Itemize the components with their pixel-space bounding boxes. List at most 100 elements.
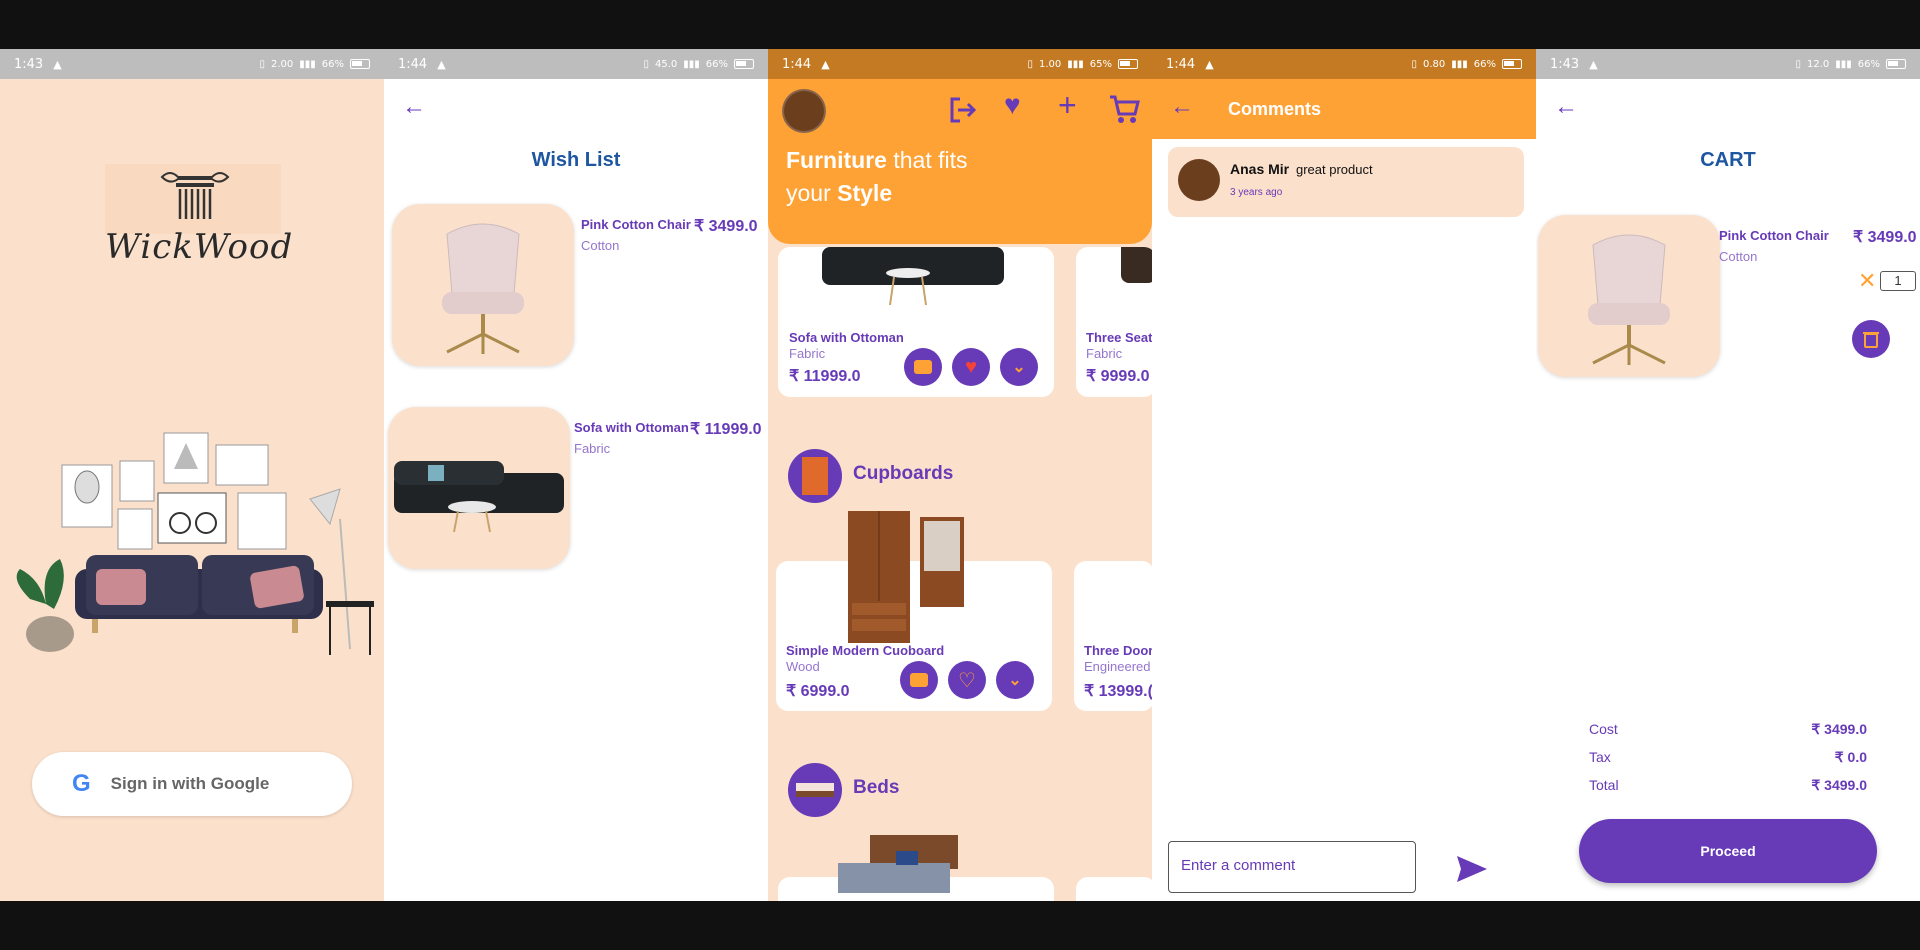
google-logo-icon: G bbox=[72, 770, 91, 797]
product-name: Three Door bbox=[1084, 643, 1152, 658]
brand-wordmark: WickWood bbox=[105, 227, 294, 267]
comment-button[interactable] bbox=[900, 661, 938, 699]
category-label[interactable]: Cupboards bbox=[853, 463, 953, 485]
vibrate-icon: ▯ bbox=[643, 58, 649, 70]
home-headline: Furniture that fits your Style bbox=[786, 144, 968, 210]
product-name: Three Seat bbox=[1086, 330, 1152, 345]
bed-image bbox=[838, 835, 958, 893]
battery-icon bbox=[1118, 59, 1138, 69]
cart-item-name: Pink Cotton Chair bbox=[1719, 228, 1829, 243]
status-bar: 1:44 ▲ ▯ 0.80 ▮▮▮ 66% bbox=[1152, 49, 1536, 79]
comment-card: Anas Mir great product 3 years ago bbox=[1168, 147, 1524, 217]
headline-your: your bbox=[786, 180, 838, 206]
summary-label: Tax bbox=[1589, 749, 1611, 765]
delete-button[interactable] bbox=[1852, 320, 1890, 358]
signal-icon: ▮▮▮ bbox=[1835, 58, 1852, 70]
back-arrow-icon[interactable]: ← bbox=[1554, 95, 1578, 119]
heart-filled-icon: ♥ bbox=[965, 355, 977, 378]
vibrate-icon: ▯ bbox=[1027, 58, 1033, 70]
google-signin-button[interactable]: G Sign in with Google bbox=[32, 752, 352, 816]
battery-level: 66% bbox=[321, 58, 344, 70]
comment-input[interactable]: Enter a comment bbox=[1168, 841, 1416, 893]
summary-cost: Cost ₹ 3499.0 bbox=[1589, 721, 1867, 738]
add-icon[interactable]: + bbox=[1058, 87, 1077, 124]
status-bar: 1:43 ▲ ▯ 12.0 ▮▮▮ 66% bbox=[1536, 49, 1920, 79]
product-image-chair[interactable] bbox=[392, 204, 574, 366]
status-time: 1:43 bbox=[1550, 56, 1580, 72]
cupboard-icon bbox=[802, 457, 828, 495]
category-icon-beds[interactable] bbox=[788, 763, 842, 817]
summary-label: Total bbox=[1589, 777, 1619, 793]
warning-icon: ▲ bbox=[1205, 57, 1214, 71]
cart-icon[interactable] bbox=[1108, 94, 1140, 124]
expand-button[interactable]: ⌄ bbox=[996, 661, 1034, 699]
status-time: 1:44 bbox=[1166, 56, 1196, 72]
status-right: ▯ 12.0 ▮▮▮ 66% bbox=[1795, 59, 1906, 70]
product-image-sofa[interactable] bbox=[388, 407, 570, 569]
product-name: Sofa with Ottoman bbox=[574, 420, 689, 435]
status-bar: 1:44 ▲ ▯ 1.00 ▮▮▮ 65% bbox=[768, 49, 1152, 79]
proceed-button[interactable]: Proceed bbox=[1579, 819, 1877, 883]
product-card[interactable]: Sofa with Ottoman Fabric ₹ 11999.0 ♥ ⌄ bbox=[778, 247, 1054, 397]
wishlist-heart-icon[interactable]: ♥ bbox=[1004, 89, 1021, 121]
expand-button[interactable]: ⌄ bbox=[1000, 348, 1038, 386]
favorite-button[interactable]: ♥ bbox=[952, 348, 990, 386]
comment-button[interactable] bbox=[904, 348, 942, 386]
comment-icon bbox=[914, 360, 932, 374]
signal-icon: ▮▮▮ bbox=[683, 58, 700, 70]
summary-value: ₹ 3499.0 bbox=[1811, 777, 1867, 793]
close-icon[interactable]: ✕ bbox=[1858, 268, 1876, 294]
chevron-down-icon: ⌄ bbox=[1012, 359, 1026, 376]
headline-furniture: Furniture bbox=[786, 147, 887, 173]
product-card[interactable] bbox=[1076, 877, 1152, 901]
product-material: Fabric bbox=[1086, 346, 1123, 361]
status-bar: 1:43 ▲ ▯ 2.00 ▮▮▮ 66% bbox=[0, 49, 384, 79]
wishlist-screen: 1:44 ▲ ▯ 45.0 ▮▮▮ 66% ← Wish List Pink C… bbox=[384, 49, 768, 901]
summary-total: Total ₹ 3499.0 bbox=[1589, 777, 1867, 794]
comments-screen: 1:44 ▲ ▯ 0.80 ▮▮▮ 66% ← Comments Anas Mi… bbox=[1152, 49, 1536, 901]
product-material: Fabric bbox=[789, 346, 826, 361]
status-right: ▯ 45.0 ▮▮▮ 66% bbox=[643, 59, 754, 70]
sofa-thumb bbox=[1121, 247, 1152, 283]
signal-icon: ▮▮▮ bbox=[1067, 58, 1084, 70]
cart-item-image[interactable] bbox=[1538, 215, 1720, 377]
summary-value: ₹ 0.0 bbox=[1834, 749, 1867, 765]
comment-author: Anas Mir bbox=[1230, 161, 1290, 177]
network-speed: 45.0 bbox=[654, 58, 678, 70]
battery-level: 65% bbox=[1089, 58, 1112, 70]
summary-value: ₹ 3499.0 bbox=[1811, 721, 1867, 737]
heart-outline-icon: ♡ bbox=[958, 669, 976, 692]
page-title: CART bbox=[1700, 149, 1756, 171]
sofa-image bbox=[822, 247, 1004, 306]
category-icon-cupboards[interactable] bbox=[788, 449, 842, 503]
chevron-down-icon: ⌄ bbox=[1008, 672, 1022, 689]
back-arrow-icon[interactable]: ← bbox=[402, 95, 426, 119]
quantity-field[interactable]: 1 bbox=[1880, 271, 1916, 291]
product-price: ₹ 6999.0 bbox=[786, 683, 850, 700]
product-card[interactable]: Three Seat Fabric ₹ 9999.0 bbox=[1076, 247, 1152, 397]
summary-tax: Tax ₹ 0.0 bbox=[1589, 749, 1867, 766]
network-speed: 2.00 bbox=[270, 58, 294, 70]
page-title: Comments bbox=[1228, 99, 1322, 119]
signal-icon: ▮▮▮ bbox=[1451, 58, 1468, 70]
cupboard-image bbox=[848, 511, 964, 643]
send-icon[interactable] bbox=[1456, 855, 1488, 883]
app-bar bbox=[1152, 79, 1536, 139]
battery-icon bbox=[1502, 59, 1522, 69]
battery-icon bbox=[350, 59, 370, 69]
vibrate-icon: ▯ bbox=[259, 58, 265, 70]
product-material: Engineered bbox=[1084, 659, 1151, 674]
avatar[interactable] bbox=[782, 89, 826, 133]
summary-label: Cost bbox=[1589, 721, 1618, 737]
headline-that-fits: that fits bbox=[886, 147, 968, 173]
chair-image bbox=[442, 223, 524, 354]
logout-icon[interactable] bbox=[948, 95, 978, 125]
favorite-button[interactable]: ♡ bbox=[948, 661, 986, 699]
back-arrow-icon[interactable]: ← bbox=[1170, 95, 1194, 119]
battery-level: 66% bbox=[1473, 58, 1496, 70]
status-right: ▯ 0.80 ▮▮▮ 66% bbox=[1411, 59, 1522, 70]
product-card[interactable]: Three Door Engineered ₹ 13999.( bbox=[1074, 561, 1152, 711]
category-label[interactable]: Beds bbox=[853, 777, 899, 799]
product-material: Cotton bbox=[581, 238, 620, 253]
product-price: ₹ 3499.0 bbox=[694, 218, 758, 235]
